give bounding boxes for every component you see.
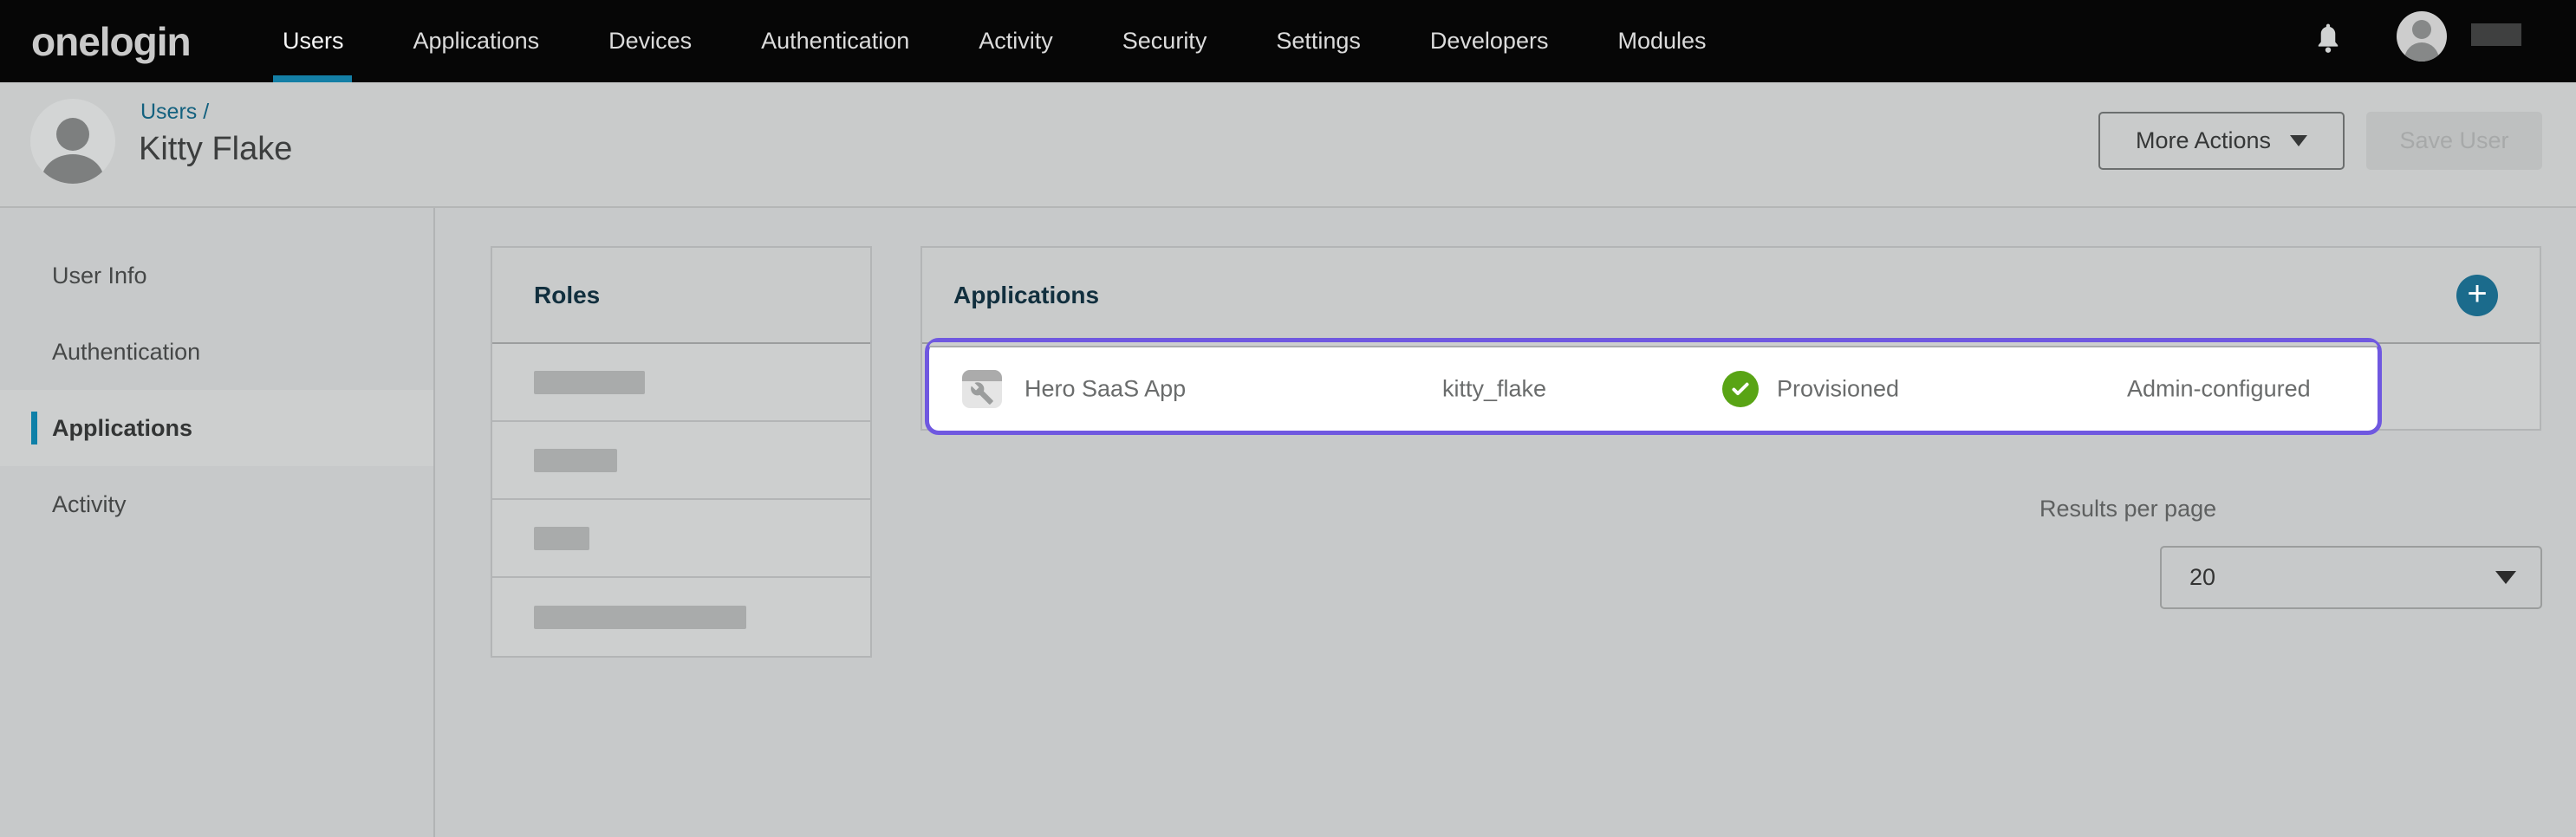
chevron-down-icon — [2495, 571, 2516, 584]
main-content: Roles Applications + — [437, 208, 2576, 837]
roles-panel-title: Roles — [492, 282, 600, 309]
user-avatar — [30, 99, 115, 184]
roles-row — [492, 422, 870, 500]
roles-row — [492, 344, 870, 422]
nav-item-devices[interactable]: Devices — [608, 0, 692, 82]
applications-panel-title: Applications — [922, 282, 1099, 309]
plus-icon: + — [2467, 275, 2487, 313]
onelogin-logo[interactable]: onelogin — [31, 0, 191, 82]
save-user-button[interactable]: Save User — [2366, 112, 2542, 170]
nav-item-settings[interactable]: Settings — [1276, 0, 1361, 82]
roles-row — [492, 578, 870, 656]
sidebar-item-label: Applications — [52, 415, 192, 442]
application-row-hero-saas-app[interactable]: Hero SaaS App kitty_flake Provisioned Ad… — [925, 338, 2382, 435]
redacted-role-name — [534, 527, 589, 550]
roles-panel: Roles — [491, 246, 872, 658]
page-title: Kitty Flake — [139, 131, 292, 168]
application-name: Hero SaaS App — [1025, 376, 1186, 403]
sidebar-item-label: Authentication — [52, 339, 200, 366]
roles-panel-header: Roles — [492, 248, 870, 344]
account-avatar[interactable] — [2397, 11, 2447, 62]
sidebar-item-label: User Info — [52, 263, 147, 289]
onelogin-admin-page: onelogin Users Applications Devices Auth… — [0, 0, 2576, 837]
avatar-head-shape — [56, 118, 89, 151]
bell-icon[interactable] — [2314, 21, 2342, 62]
nav-item-applications[interactable]: Applications — [413, 0, 540, 82]
results-per-page-value: 20 — [2162, 564, 2215, 591]
roles-row — [492, 500, 870, 578]
nav-item-activity[interactable]: Activity — [979, 0, 1053, 82]
sidebar-item-user-info[interactable]: User Info — [0, 237, 433, 314]
more-actions-label: More Actions — [2136, 127, 2271, 154]
sidebar-item-label: Activity — [52, 491, 127, 518]
green-check-icon — [1722, 371, 1759, 407]
breadcrumb-users-link[interactable]: Users / — [140, 100, 209, 125]
redacted-role-name — [534, 449, 617, 472]
nav-item-security[interactable]: Security — [1122, 0, 1207, 82]
redacted-account-label — [2471, 23, 2521, 46]
chevron-down-icon — [2290, 135, 2307, 146]
top-navigation-bar: onelogin Users Applications Devices Auth… — [0, 0, 2576, 82]
redacted-role-name — [534, 606, 746, 629]
avatar-shoulders-shape — [42, 154, 104, 184]
app-window-wrench-icon — [962, 370, 1002, 408]
user-page-header: Users / Kitty Flake More Actions Save Us… — [0, 82, 2576, 208]
results-per-page-label: Results per page — [2039, 496, 2216, 522]
config-type-label: Admin-configured — [2127, 376, 2311, 403]
redacted-role-name — [534, 371, 645, 394]
sidebar-item-activity[interactable]: Activity — [0, 466, 433, 542]
avatar-head-shape — [2412, 20, 2431, 39]
nav-item-developers[interactable]: Developers — [1430, 0, 1549, 82]
row-header-strip — [929, 342, 2378, 347]
active-indicator-bar — [31, 412, 37, 444]
sidebar-item-authentication[interactable]: Authentication — [0, 314, 433, 390]
page-body: User Info Authentication Applications Ac… — [0, 208, 2576, 837]
add-application-button[interactable]: + — [2456, 275, 2498, 316]
more-actions-button[interactable]: More Actions — [2098, 112, 2345, 170]
sidebar-item-applications[interactable]: Applications — [0, 390, 433, 466]
status-badge: Provisioned — [1777, 376, 1899, 403]
nav-item-users[interactable]: Users — [283, 0, 344, 82]
applications-panel-header: Applications + — [922, 248, 2540, 344]
nav-items: Users Applications Devices Authenticatio… — [283, 0, 1707, 82]
app-icon-titlebar — [962, 370, 1002, 381]
avatar-shoulders-shape — [2404, 42, 2439, 62]
user-section-sidebar: User Info Authentication Applications Ac… — [0, 208, 435, 837]
application-username: kitty_flake — [1442, 376, 1546, 403]
nav-item-modules[interactable]: Modules — [1617, 0, 1706, 82]
nav-item-authentication[interactable]: Authentication — [761, 0, 909, 82]
results-per-page-select[interactable]: 20 — [2160, 546, 2542, 609]
